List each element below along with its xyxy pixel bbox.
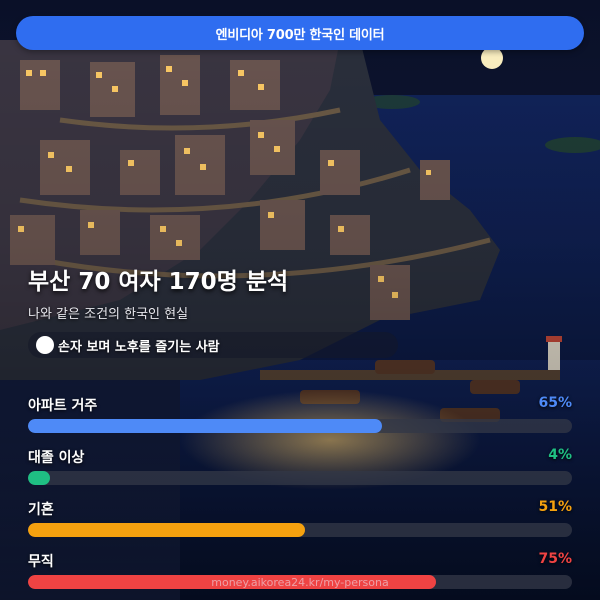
top-banner[interactable]: 엔비디아 700만 한국인 데이터 (16, 16, 584, 50)
headline-title: 부산 70 여자 170명 분석 (28, 269, 289, 295)
stat-percent: 75% (538, 551, 572, 567)
stat-label: 대졸 이상 (28, 450, 85, 466)
white-circle-emoji-icon (36, 336, 54, 354)
stat-married: 기혼 51% (28, 499, 572, 539)
stat-label: 기혼 (28, 502, 54, 518)
progress-track (28, 523, 572, 537)
footer-url[interactable]: money.aikorea24.kr/my-persona (0, 576, 600, 589)
progress-track (28, 419, 572, 433)
progress-fill (28, 419, 382, 433)
stat-college-degree: 대졸 이상 4% (28, 447, 572, 487)
subtitle-text: 나와 같은 조건의 한국인 현실 (28, 307, 189, 322)
persona-trait-pill: 손자 보며 노후를 즐기는 사람 (28, 332, 398, 358)
progress-fill (28, 523, 306, 537)
stat-percent: 65% (538, 395, 572, 411)
stat-label: 아파트 거주 (28, 398, 98, 414)
persona-trait-label: 손자 보며 노후를 즐기는 사람 (58, 339, 220, 355)
stat-percent: 4% (548, 447, 572, 463)
progress-fill (28, 471, 50, 485)
banner-text: 엔비디아 700만 한국인 데이터 (215, 27, 385, 43)
progress-track (28, 471, 572, 485)
stat-apartment: 아파트 거주 65% (28, 395, 572, 435)
stat-label: 무직 (28, 554, 54, 570)
stat-percent: 51% (538, 499, 572, 515)
